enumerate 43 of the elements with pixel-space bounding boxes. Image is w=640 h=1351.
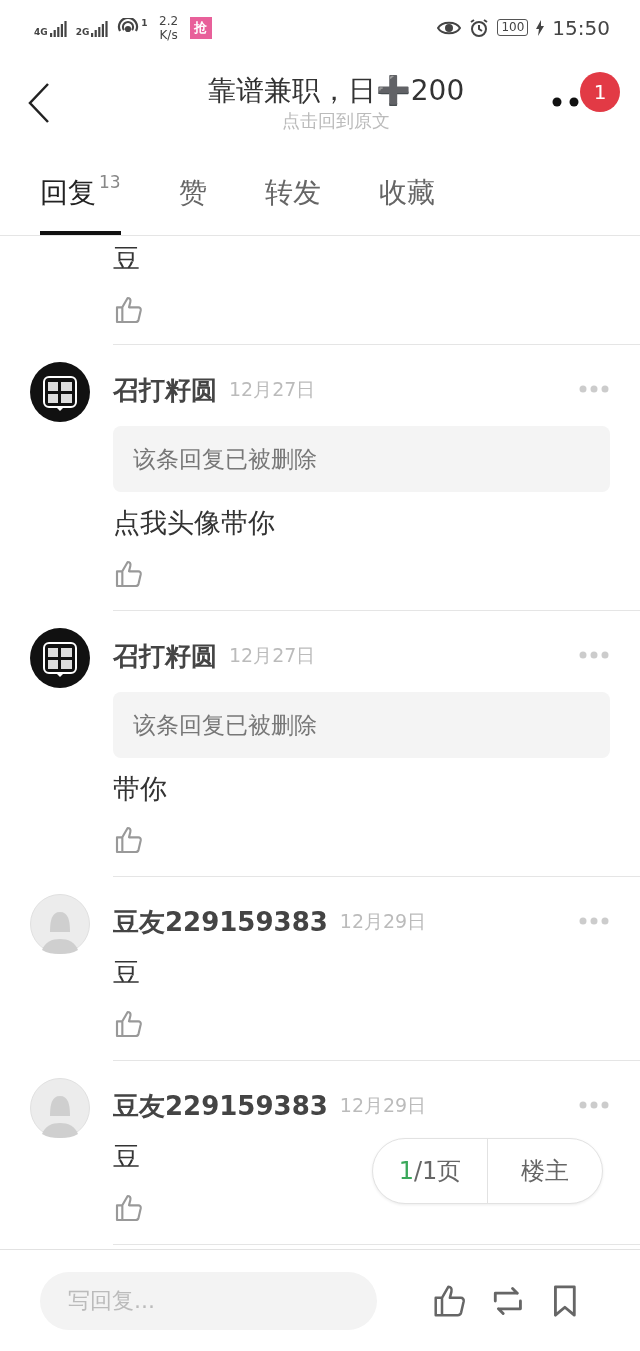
avatar-silhouette-icon[interactable] [30, 894, 90, 954]
avatar-silhouette-icon[interactable] [30, 1078, 90, 1138]
post-title[interactable]: 靠谱兼职，日➕200 [207, 72, 465, 109]
network-speed: 2.2 K/s [158, 13, 180, 42]
comment-date: 12月27日 [229, 643, 316, 668]
app-notification-icon: 抢 [189, 16, 212, 39]
charging-icon [536, 19, 545, 36]
wifi-count: 1 [141, 17, 148, 28]
network-label: 4G [34, 26, 48, 37]
comment-text: 豆 [113, 1140, 140, 1174]
author-only-button[interactable]: 楼主 [487, 1139, 602, 1203]
comment-date: 12月29日 [339, 1093, 427, 1118]
comment-text: 豆 [113, 242, 140, 276]
comment-date: 12月29日 [339, 909, 427, 934]
battery-level: 100 [497, 19, 529, 36]
thumbs-up-icon[interactable] [113, 824, 145, 856]
username[interactable]: 召打籽圆 [113, 372, 217, 408]
comment-text: 带你 [113, 772, 167, 806]
quoted-reply: 该条回复已被删除 [113, 426, 610, 492]
username[interactable]: 豆友229159383 [113, 904, 328, 940]
tab[interactable]: 回复$^{13}$ [40, 150, 121, 235]
comment-text: 点我头像带你 [113, 506, 275, 540]
clock: 15:50 [552, 15, 610, 40]
thumbs-up-icon[interactable] [113, 1192, 145, 1224]
username[interactable]: 召打籽圆 [113, 638, 217, 674]
page-indicator[interactable]: 1/1页 [373, 1139, 487, 1203]
username[interactable]: 豆友229159383 [113, 1088, 328, 1124]
signal-icon [91, 18, 110, 37]
network-label: 2G [75, 26, 90, 37]
tab[interactable]: 赞 [178, 150, 207, 235]
eye-icon [437, 19, 462, 36]
comment-text: 豆 [113, 956, 140, 990]
signal-icon [49, 18, 68, 37]
thumbs-up-icon[interactable] [113, 294, 145, 326]
comment-date: 12月27日 [229, 377, 316, 402]
thumbs-up-icon[interactable] [113, 558, 145, 590]
tab[interactable]: 转发 [264, 150, 321, 235]
notification-badge: 1 [580, 72, 620, 112]
alarm-icon [469, 17, 490, 38]
thumbs-up-icon[interactable] [113, 1008, 145, 1040]
reply-field[interactable]: 写回复... [40, 1271, 377, 1330]
tab[interactable]: 收藏 [378, 150, 435, 235]
quoted-reply: 该条回复已被删除 [113, 692, 610, 758]
